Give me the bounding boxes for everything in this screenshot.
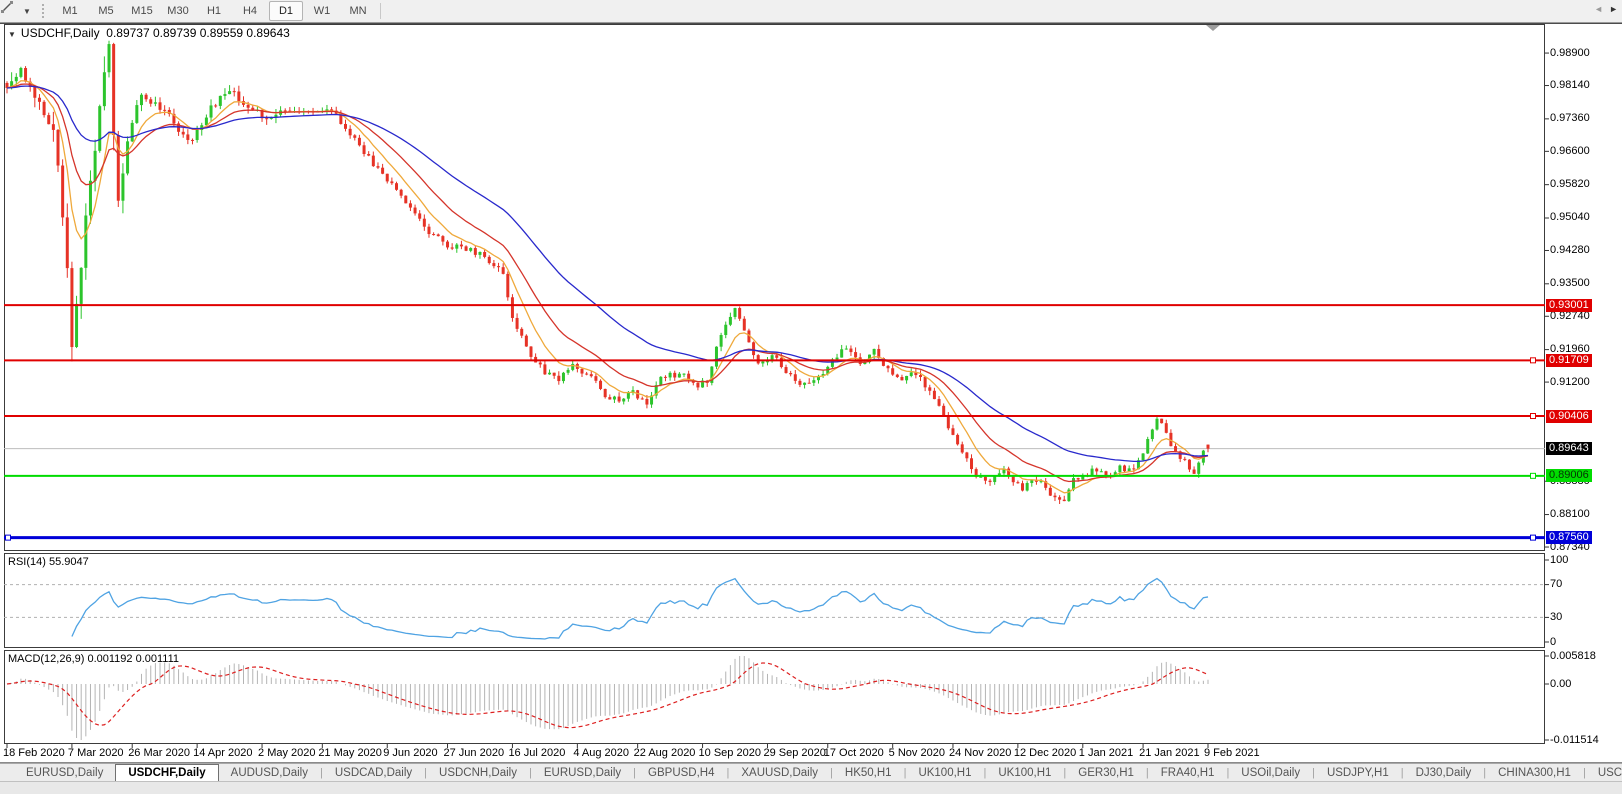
chart-tab-USDCAD-Daily[interactable]: USDCAD,Daily [323, 765, 424, 782]
rsi-axis-tick: 30 [1550, 610, 1563, 623]
date-axis-label: 1 Jan 2021 [1078, 747, 1134, 759]
date-axis-label: 26 Mar 2020 [128, 747, 190, 759]
main-chart-pane[interactable] [4, 24, 1545, 551]
rsi-axis-tick: 100 [1550, 553, 1569, 566]
date-axis-label: 29 Sep 2020 [763, 747, 826, 759]
timeframe-button-H1[interactable]: H1 [197, 1, 231, 21]
price-axis-tick: 0.98900 [1550, 46, 1590, 59]
status-bar [0, 781, 1622, 794]
rsi-pane[interactable] [4, 553, 1545, 648]
chart-tab-USDCHF-Daily[interactable]: USDCHF,Daily [115, 764, 219, 782]
date-axis-label: 5 Nov 2020 [888, 747, 945, 759]
chart-tab-bar: EURUSD,Daily USDCHF,Daily AUDUSD,Daily | USD… [0, 763, 1622, 782]
chart-tab-EURUSD-Daily[interactable]: EURUSD,Daily [14, 765, 115, 782]
toolbar-drag-handle[interactable] [41, 3, 46, 19]
chart-tab-USC[interactable]: USC [1586, 765, 1622, 782]
chart-tab-USDCNH-Daily[interactable]: USDCNH,Daily [427, 765, 529, 782]
date-axis-label: 16 Jul 2020 [508, 747, 566, 759]
price-axis-tick: 0.96600 [1550, 144, 1590, 157]
chart-tab-USDJPY-H1[interactable]: USDJPY,H1 [1315, 765, 1401, 782]
price-axis-tick: 0.93500 [1550, 277, 1590, 290]
chart-tab-GBPUSD-H4[interactable]: GBPUSD,H4 [636, 765, 726, 782]
level-line-handle[interactable] [1530, 472, 1536, 479]
date-axis-label: 12 Dec 2020 [1013, 747, 1077, 759]
level-price-label: 0.91709 [1546, 353, 1592, 367]
level-line-handle[interactable] [5, 534, 11, 541]
toolbar-separator [380, 3, 381, 19]
cursor-tool-icon[interactable] [1, 1, 21, 20]
current-price-label: 0.89643 [1546, 442, 1592, 456]
tab-scroll-buttons: ◄ ► [1592, 3, 1620, 15]
timeframe-button-M5[interactable]: M5 [89, 1, 123, 21]
timeframe-button-group: M1 M5 M15 M30 H1 H4 D1 W1 MN [52, 1, 376, 21]
tab-scroll-right-icon[interactable]: ► [1607, 3, 1620, 15]
chart-tab-USOil-Daily[interactable]: USOil,Daily [1229, 765, 1312, 782]
macd-pane[interactable] [4, 650, 1545, 744]
toolbar: ▼ M1 M5 M15 M30 H1 H4 D1 W1 MN [0, 0, 1622, 23]
level-price-label: 0.90406 [1546, 409, 1592, 423]
chart-tab-UK100-H1[interactable]: UK100,H1 [906, 765, 983, 782]
level-price-label: 0.87560 [1546, 531, 1592, 545]
level-price-label: 0.93001 [1546, 298, 1592, 312]
date-axis-label: 10 Sep 2020 [698, 747, 761, 759]
macd-axis-tick: -0.011514 [1550, 733, 1599, 746]
date-axis-label: 27 Jun 2020 [443, 747, 505, 759]
price-axis-tick: 0.95820 [1550, 178, 1590, 191]
date-axis-label: 21 Jan 2021 [1139, 747, 1200, 759]
date-axis-label: 24 Nov 2020 [948, 747, 1012, 759]
timeframe-button-H4[interactable]: H4 [233, 1, 267, 21]
level-line-handle[interactable] [1530, 534, 1536, 541]
chart-tab-DJ30-Daily[interactable]: DJ30,Daily [1404, 765, 1484, 782]
date-axis-label: 9 Feb 2021 [1204, 747, 1260, 759]
macd-indicator-label: MACD(12,26,9) 0.001192 0.001111 [8, 653, 180, 665]
macd-axis-tick: 0.00 [1550, 677, 1572, 690]
chevron-down-icon[interactable]: ▼ [21, 2, 33, 20]
timeframe-button-MN[interactable]: MN [341, 1, 375, 21]
chart-title-ohlc: 0.89737 0.89739 0.89559 0.89643 [106, 26, 290, 40]
chart-tab-EURUSD-Daily[interactable]: EURUSD,Daily [532, 765, 633, 782]
chart-tab-AUDUSD-Daily[interactable]: AUDUSD,Daily [219, 765, 320, 782]
chart-tab-XAUUSD-Daily[interactable]: XAUUSD,Daily [729, 765, 830, 782]
rsi-axis-tick: 0 [1550, 635, 1557, 648]
date-axis-label: 17 Oct 2020 [823, 747, 884, 759]
chart-tab-UK100-H1[interactable]: UK100,H1 [986, 765, 1063, 782]
rsi-indicator-label: RSI(14) 55.9047 [8, 556, 89, 568]
date-axis-label: 4 Aug 2020 [573, 747, 630, 759]
chart-menu-caret-icon[interactable]: ▼ [8, 30, 16, 39]
price-axis-tick: 0.95040 [1550, 211, 1590, 224]
timeframe-button-M1[interactable]: M1 [53, 1, 87, 21]
trading-terminal-window: ▼ M1 M5 M15 M30 H1 H4 D1 W1 MN ▼ USDCHF,Daily 0.8… [0, 0, 1622, 794]
date-axis-label: 7 Mar 2020 [67, 747, 124, 759]
macd-axis-tick: 0.005818 [1550, 649, 1596, 662]
price-axis-tick: 0.98140 [1550, 79, 1590, 92]
rsi-axis-tick: 70 [1550, 578, 1563, 591]
date-axis-label: 21 May 2020 [318, 747, 382, 759]
chart-tab-GER30-H1[interactable]: GER30,H1 [1066, 765, 1146, 782]
chart-title: ▼ USDCHF,Daily 0.89737 0.89739 0.89559 0.… [8, 26, 290, 40]
date-axis-label: 18 Feb 2020 [3, 747, 65, 759]
timeframe-button-M15[interactable]: M15 [125, 1, 159, 21]
chart-title-symbol: USDCHF,Daily [20, 26, 100, 40]
chart-tab-FRA40-H1[interactable]: FRA40,H1 [1149, 765, 1227, 782]
chart-tab-HK50-H1[interactable]: HK50,H1 [833, 765, 904, 782]
level-price-label: 0.89006 [1546, 469, 1592, 483]
chart-canvas[interactable] [0, 0, 1622, 763]
timeframe-button-W1[interactable]: W1 [305, 1, 339, 21]
price-axis-tick: 0.88100 [1550, 508, 1590, 521]
chart-tab-CHINA300-H1[interactable]: CHINA300,H1 [1486, 765, 1583, 782]
price-axis-tick: 0.94280 [1550, 243, 1590, 256]
timeframe-button-D1[interactable]: D1 [269, 1, 303, 21]
level-line-handle[interactable] [1530, 413, 1536, 420]
tab-scroll-left-icon[interactable]: ◄ [1592, 3, 1605, 15]
timeframe-button-M30[interactable]: M30 [161, 1, 195, 21]
date-axis-label: 22 Aug 2020 [633, 747, 696, 759]
level-line-handle[interactable] [1530, 357, 1536, 364]
date-axis-label: 2 May 2020 [258, 747, 316, 759]
price-axis-tick: 0.91200 [1550, 375, 1590, 388]
date-axis-label: 9 Jun 2020 [383, 747, 438, 759]
date-axis-label: 14 Apr 2020 [193, 747, 253, 759]
price-axis-tick: 0.97360 [1550, 112, 1590, 125]
